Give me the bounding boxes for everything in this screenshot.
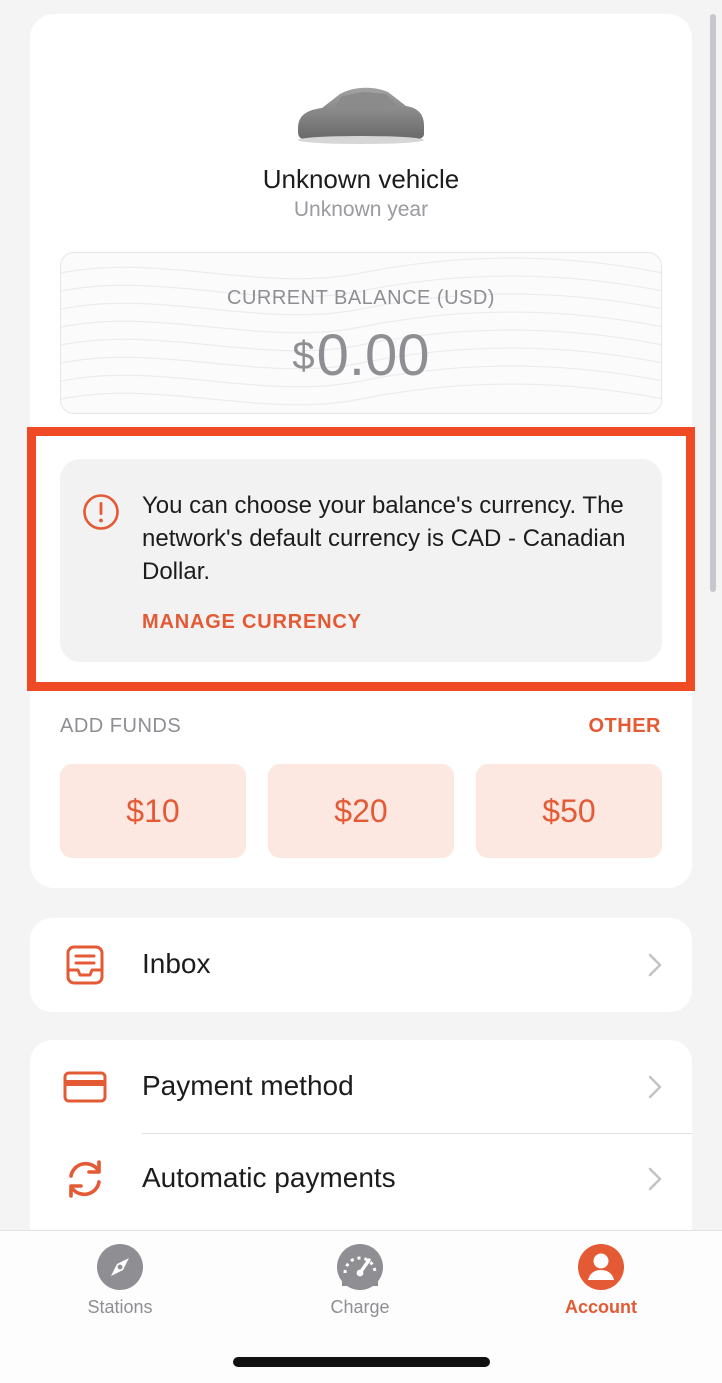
add-funds-label: ADD FUNDS	[60, 715, 182, 737]
vehicle-year: Unknown year	[293, 198, 429, 221]
refresh-icon	[69, 1160, 101, 1198]
add-50-button[interactable]: $50	[476, 764, 662, 858]
payment-settings-card: Payment method Automatic payments	[30, 1040, 692, 1240]
payment-method-label: Payment method	[142, 1070, 354, 1101]
add-10-button[interactable]: $10	[60, 764, 246, 858]
credit-card-icon	[63, 1071, 107, 1103]
balance-amount: $0.00	[61, 321, 661, 391]
tab-charge-label: Charge	[330, 1297, 390, 1317]
highlight-frame	[27, 427, 695, 691]
user-icon	[578, 1244, 624, 1290]
tab-account[interactable]: Account	[521, 1243, 681, 1318]
chevron-right-icon	[648, 953, 662, 977]
home-indicator[interactable]	[233, 1357, 490, 1367]
tab-account-label: Account	[565, 1297, 637, 1317]
automatic-payments-row[interactable]: Automatic payments	[30, 1134, 692, 1228]
account-screen: Unknown vehicle Unknown year CURRENT BAL…	[0, 0, 722, 1383]
tab-charge[interactable]: Charge	[280, 1243, 440, 1318]
chevron-right-icon	[648, 1167, 662, 1191]
payment-method-row[interactable]: Payment method	[30, 1040, 692, 1134]
automatic-payments-label: Automatic payments	[142, 1162, 396, 1193]
balance-card: CURRENT BALANCE (USD) $0.00	[60, 252, 662, 414]
chevron-right-icon	[648, 1075, 662, 1099]
balance-currency-symbol: $	[292, 334, 315, 378]
compass-icon	[97, 1244, 143, 1290]
inbox-row[interactable]: Inbox	[30, 918, 692, 1012]
tab-stations-label: Stations	[87, 1297, 153, 1317]
tab-stations[interactable]: Stations	[40, 1243, 200, 1318]
gauge-icon	[337, 1244, 383, 1290]
inbox-label: Inbox	[142, 948, 211, 979]
balance-value: 0.00	[316, 323, 430, 388]
add-20-button[interactable]: $20	[268, 764, 454, 858]
car-icon	[298, 87, 424, 144]
balance-label: CURRENT BALANCE (USD)	[227, 287, 495, 309]
inbox-icon	[66, 945, 104, 985]
vehicle-name: Unknown vehicle	[262, 164, 460, 194]
other-amount-link[interactable]: OTHER	[589, 715, 662, 738]
scrollbar[interactable]	[710, 14, 716, 592]
